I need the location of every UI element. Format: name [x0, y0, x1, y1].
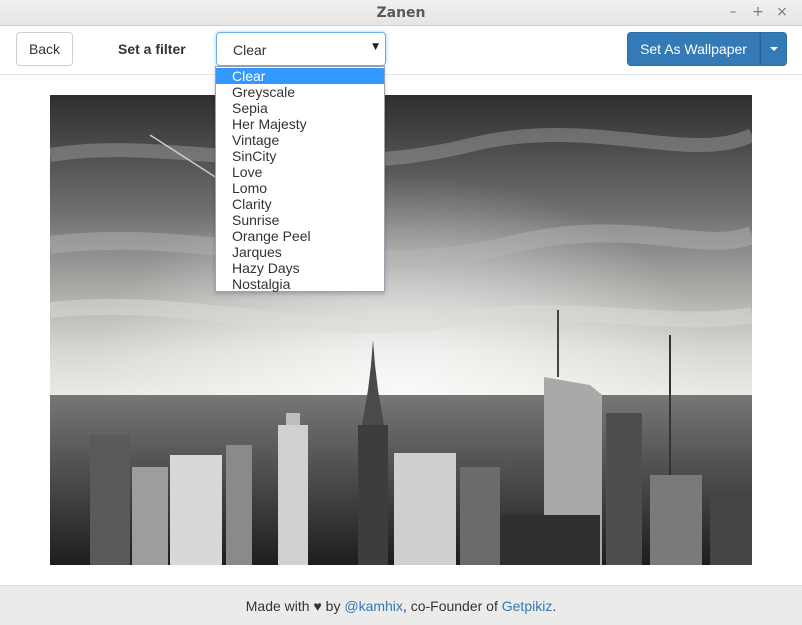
app-window: Zanen – + × Back Set a filter Clear ▼ Se… [0, 0, 802, 625]
filter-option-sunrise[interactable]: Sunrise [216, 212, 384, 228]
filter-option-love[interactable]: Love [216, 164, 384, 180]
footer-by: by [325, 598, 341, 614]
maximize-icon[interactable]: + [749, 3, 767, 21]
city-skyline-image [50, 95, 752, 565]
filter-option-nostalgia[interactable]: Nostalgia [216, 276, 384, 292]
filter-option-clarity[interactable]: Clarity [216, 196, 384, 212]
footer-made-with: Made with [245, 598, 310, 614]
filter-dropdown-list: Clear Greyscale Sepia Her Majesty Vintag… [215, 66, 385, 292]
heart-icon: ♥ [313, 598, 322, 614]
filter-option-hazy-days[interactable]: Hazy Days [216, 260, 384, 276]
title-bar: Zanen – + × [0, 0, 802, 26]
wallpaper-options-toggle[interactable] [760, 32, 787, 66]
filter-option-sepia[interactable]: Sepia [216, 100, 384, 116]
minimize-icon[interactable]: – [724, 3, 742, 21]
footer: Made with ♥ by @kamhix, co-Founder of Ge… [0, 585, 802, 625]
caret-down-icon [769, 47, 778, 51]
footer-period: . [552, 598, 557, 614]
filter-option-jarques[interactable]: Jarques [216, 244, 384, 260]
filter-option-her-majesty[interactable]: Her Majesty [216, 116, 384, 132]
close-icon[interactable]: × [773, 3, 791, 21]
filter-option-lomo[interactable]: Lomo [216, 180, 384, 196]
filter-option-clear[interactable]: Clear [216, 68, 384, 84]
author-link[interactable]: @kamhix [344, 598, 403, 614]
filter-option-vintage[interactable]: Vintage [216, 132, 384, 148]
footer-cofounder-text: , co-Founder of [402, 598, 498, 614]
set-wallpaper-button[interactable]: Set As Wallpaper [627, 32, 760, 66]
back-button[interactable]: Back [16, 32, 73, 66]
wallpaper-preview-image [50, 95, 752, 565]
wallpaper-button-group: Set As Wallpaper [627, 32, 787, 66]
filter-select[interactable]: Clear ▼ [216, 32, 386, 66]
filter-option-orange-peel[interactable]: Orange Peel [216, 228, 384, 244]
filter-label: Set a filter [118, 41, 186, 57]
toolbar: Back Set a filter Clear ▼ Set As Wallpap… [0, 26, 802, 75]
window-title: Zanen [376, 5, 426, 21]
triangle-down-icon: ▼ [372, 42, 379, 52]
company-link[interactable]: Getpikiz [502, 598, 553, 614]
filter-option-sincity[interactable]: SinCity [216, 148, 384, 164]
filter-select-value: Clear [233, 42, 267, 58]
filter-option-greyscale[interactable]: Greyscale [216, 84, 384, 100]
